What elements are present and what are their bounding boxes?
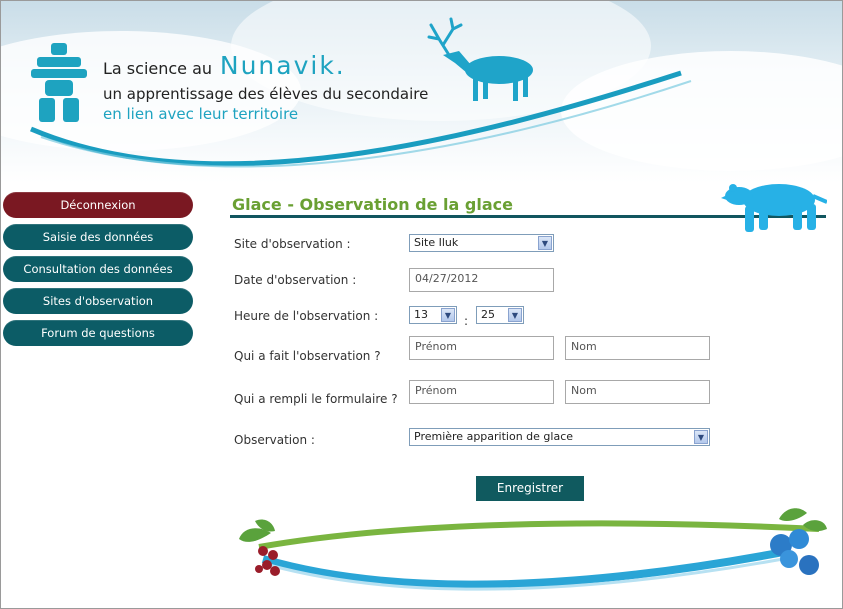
filler-last-name-field[interactable]: Nom — [565, 380, 710, 404]
caribou-icon — [427, 17, 533, 101]
minute-select[interactable]: 25 ▼ — [476, 306, 524, 324]
blueberry-icon — [770, 508, 827, 575]
observer-label: Qui a fait l'observation ? — [234, 349, 381, 363]
time-label: Heure de l'observation : — [234, 309, 379, 323]
chevron-down-icon[interactable]: ▼ — [538, 236, 552, 250]
sidebar-item-observation-sites[interactable]: Sites d'observation — [3, 288, 193, 314]
page-title: Glace - Observation de la glace — [232, 195, 513, 214]
filler-first-name-field[interactable]: Prénom — [409, 380, 554, 404]
logo-name: Nunavik. — [219, 51, 346, 80]
inukshuk-icon — [31, 43, 87, 122]
time-separator: : — [464, 314, 469, 328]
logo-tagline-2: en lien avec leur territoire — [103, 105, 299, 123]
observation-label: Observation : — [234, 433, 315, 447]
sidebar-nav: Déconnexion Saisie des données Consultat… — [3, 192, 195, 352]
save-button[interactable]: Enregistrer — [476, 476, 584, 501]
polar-bear-icon — [721, 184, 827, 232]
hour-select[interactable]: 13 ▼ — [409, 306, 457, 324]
sidebar-item-data-entry[interactable]: Saisie des données — [3, 224, 193, 250]
sidebar-item-forum[interactable]: Forum de questions — [3, 320, 193, 346]
date-label: Date d'observation : — [234, 273, 357, 287]
chevron-down-icon[interactable]: ▼ — [441, 308, 455, 322]
date-field[interactable]: 04/27/2012 — [409, 268, 554, 292]
sidebar-item-data-consultation[interactable]: Consultation des données — [3, 256, 193, 282]
logo-title: La science au Nunavik. — [103, 51, 346, 80]
site-select[interactable]: Site Iluk ▼ — [409, 234, 554, 252]
observer-first-name-field[interactable]: Prénom — [409, 336, 554, 360]
berries-swoosh-decoration — [239, 508, 827, 591]
logout-button[interactable]: Déconnexion — [3, 192, 193, 218]
logo-tagline-1: un apprentissage des élèves du secondair… — [103, 85, 429, 103]
chevron-down-icon[interactable]: ▼ — [694, 430, 708, 444]
page: La science au Nunavik. un apprentissage … — [0, 0, 843, 609]
observer-last-name-field[interactable]: Nom — [565, 336, 710, 360]
chevron-down-icon[interactable]: ▼ — [508, 308, 522, 322]
filler-label: Qui a rempli le formulaire ? — [234, 392, 398, 406]
site-label: Site d'observation : — [234, 237, 351, 251]
cranberry-icon — [239, 519, 280, 576]
header-banner: La science au Nunavik. un apprentissage … — [1, 1, 842, 183]
observation-select[interactable]: Première apparition de glace ▼ — [409, 428, 710, 446]
